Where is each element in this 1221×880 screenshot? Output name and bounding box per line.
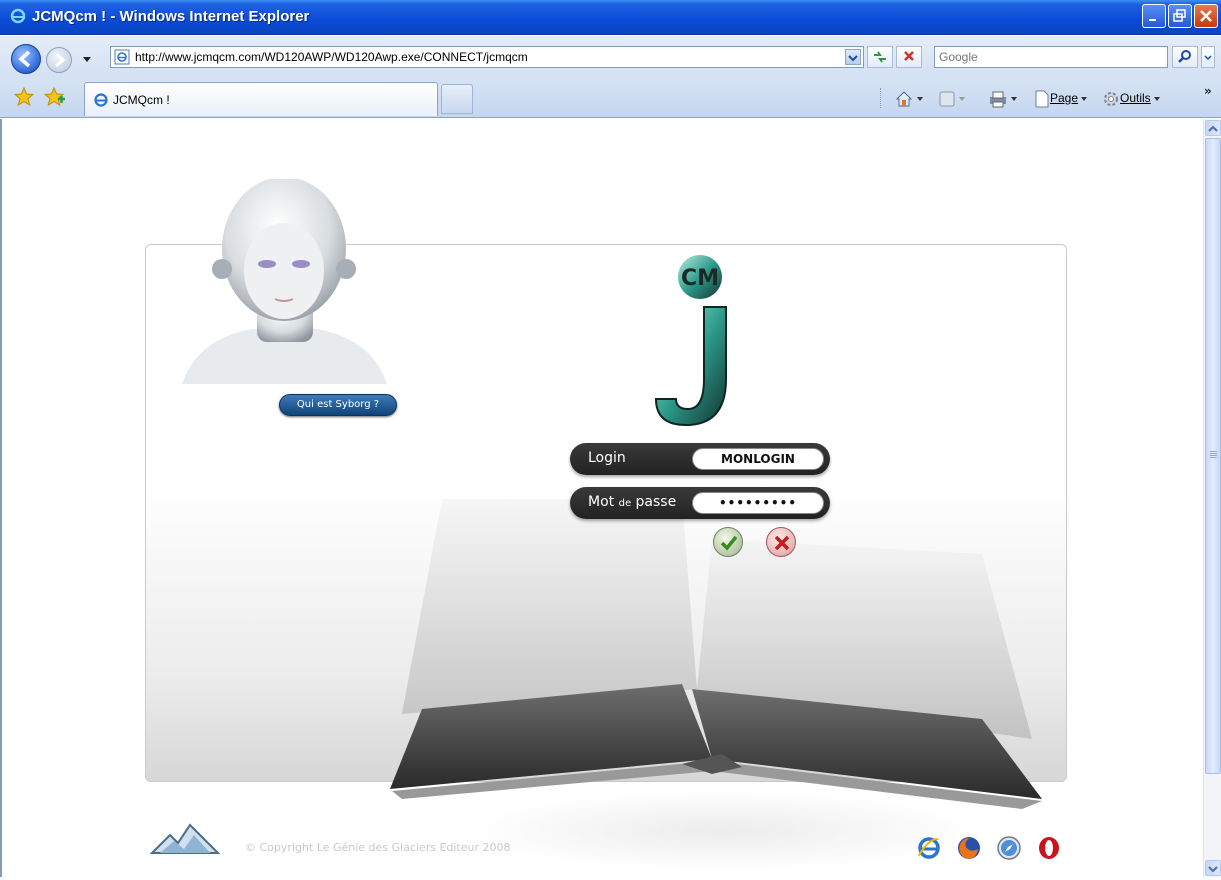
stop-button[interactable] (896, 46, 922, 68)
checkmark-icon (720, 535, 738, 551)
scroll-down-button[interactable] (1205, 860, 1221, 876)
tab-toolbar: JCMQcm ! Page Outils » (0, 78, 1221, 118)
password-row: Mot de passe (570, 487, 830, 519)
stop-icon (904, 51, 914, 61)
back-icon (18, 50, 31, 68)
feeds-icon (939, 91, 955, 107)
scrollbar-thumb[interactable] (1205, 138, 1221, 774)
glacier-logo-icon (150, 823, 220, 854)
vertical-scrollbar[interactable] (1203, 119, 1221, 877)
password-label-end: passe (635, 494, 677, 510)
login-input[interactable] (692, 448, 824, 470)
tools-menu-button[interactable]: Outils (1102, 86, 1160, 110)
minimize-button[interactable] (1142, 4, 1166, 28)
ie-icon (94, 93, 108, 107)
scroll-grip (1210, 451, 1217, 459)
search-icon (1178, 50, 1191, 63)
divider (880, 88, 881, 108)
chevron-down-icon (1204, 55, 1212, 61)
password-label: Mot de passe (588, 494, 676, 510)
login-label: Login (588, 450, 626, 466)
address-bar[interactable]: http://www.jcmqcm.com/WD120AWP/WD120Awp.… (110, 46, 864, 68)
forward-button[interactable] (46, 47, 72, 73)
page-viewport: Qui est Syborg ? CM Login Mot de passe ©… (0, 119, 1221, 877)
firefox-icon[interactable] (956, 835, 982, 861)
feeds-button[interactable] (938, 86, 965, 110)
syborg-avatar (182, 179, 387, 384)
copyright-text: © Copyright Le Génie des Glaciers Editeu… (245, 841, 511, 854)
page-icon (1035, 90, 1049, 108)
refresh-button[interactable] (867, 46, 893, 68)
password-label-main: Mot (588, 494, 615, 510)
home-button[interactable] (894, 86, 923, 110)
jcmqcm-logo: CM (654, 255, 727, 427)
forward-icon (55, 52, 66, 68)
tools-menu-label: Outils (1120, 91, 1151, 105)
search-input[interactable] (939, 49, 1161, 65)
cross-icon (774, 535, 790, 551)
url-text: http://www.jcmqcm.com/WD120AWP/WD120Awp.… (135, 50, 528, 64)
chevron-down-icon (1208, 866, 1218, 873)
page-menu-button[interactable]: Page (1034, 86, 1088, 110)
add-favorite-icon[interactable] (44, 87, 66, 107)
address-toolbar: http://www.jcmqcm.com/WD120AWP/WD120Awp.… (0, 36, 1221, 78)
ie-icon[interactable] (916, 835, 942, 861)
address-dropdown-button[interactable] (845, 49, 861, 65)
scroll-up-button[interactable] (1205, 120, 1221, 136)
chevron-up-icon (1208, 125, 1218, 132)
page-menu-label: Page (1050, 91, 1079, 105)
back-button[interactable] (11, 44, 41, 74)
window-titlebar: JCMQcm ! - Windows Internet Explorer (0, 0, 1221, 35)
search-options-button[interactable] (1201, 46, 1215, 68)
favorites-star-icon[interactable] (14, 87, 34, 107)
ie-icon (10, 8, 26, 24)
login-row: Login (570, 443, 830, 475)
search-button[interactable] (1172, 46, 1198, 68)
chevron-down-icon (848, 55, 858, 62)
maximize-button[interactable] (1168, 4, 1192, 28)
page-icon (114, 49, 130, 65)
more-commands-button[interactable]: » (1204, 84, 1212, 98)
search-field[interactable] (934, 46, 1168, 68)
cancel-button[interactable] (766, 527, 796, 557)
close-button[interactable] (1194, 4, 1218, 28)
safari-icon[interactable] (996, 835, 1022, 861)
print-icon (990, 91, 1006, 108)
tab-jcmqcm[interactable]: JCMQcm ! (84, 82, 438, 116)
tab-label: JCMQcm ! (113, 93, 170, 107)
svg-text:CM: CM (681, 266, 719, 291)
restore-icon (1173, 9, 1186, 22)
close-icon (1200, 10, 1212, 22)
history-dropdown-icon[interactable] (80, 52, 94, 66)
tools-gear-icon (1104, 91, 1118, 106)
home-icon (895, 91, 913, 107)
new-tab-button[interactable] (441, 84, 473, 114)
minimize-icon (1149, 19, 1156, 21)
validate-button[interactable] (713, 527, 743, 557)
refresh-icon (874, 51, 886, 63)
password-input[interactable] (692, 492, 824, 514)
print-button[interactable] (988, 86, 1017, 110)
window-title: JCMQcm ! - Windows Internet Explorer (32, 8, 310, 25)
password-label-small: de (618, 498, 632, 509)
opera-icon[interactable] (1036, 835, 1062, 861)
who-is-syborg-button[interactable]: Qui est Syborg ? (279, 394, 397, 416)
